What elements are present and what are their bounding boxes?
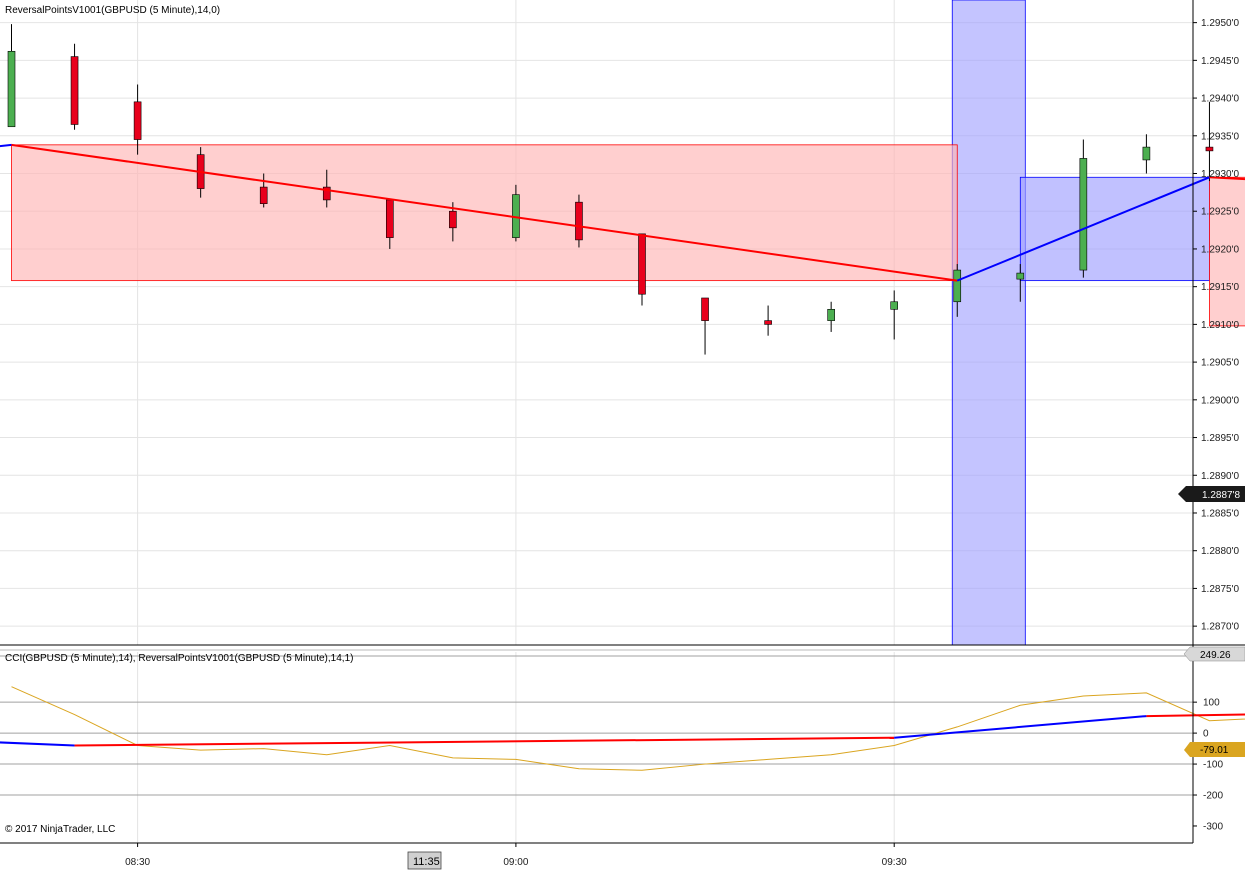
candle-up[interactable] — [890, 301, 899, 310]
candle-down[interactable] — [638, 233, 646, 295]
cci-panel-plot — [0, 655, 1245, 796]
y-tick-label: 1.2905'0 — [1201, 358, 1239, 369]
cursor-time-tag-text: 11:35 — [413, 856, 440, 868]
candle-down[interactable] — [70, 56, 79, 125]
y-tick-label: 1.2940'0 — [1201, 94, 1239, 105]
cursor-time-tag: 11:35 — [407, 851, 442, 870]
axes: 1.2950'0 1.2945'0 1.2940'0 1.2935'0 1.2930'0… — [0, 0, 1245, 868]
candle-down[interactable] — [701, 297, 709, 321]
shaded-zone-blue — [951, 0, 1026, 646]
price-panel-title: ReversalPointsV1001(GBPUSD (5 Minute),14… — [5, 5, 220, 16]
cci-value-tag: -79.01 — [1184, 742, 1245, 757]
last-price-tag-text: 1.2887'8 — [1202, 490, 1240, 501]
cci-y-tick-label: -200 — [1203, 791, 1223, 802]
reversal-line-blue — [0, 143, 12, 148]
y-tick-label: 1.2925'0 — [1201, 207, 1239, 218]
candle-down[interactable] — [385, 199, 394, 238]
chart-window: 1.2950'0 1.2945'0 1.2940'0 1.2935'0 1.2930'0… — [0, 0, 1245, 875]
last-price-tag: 1.2887'8 — [1178, 486, 1245, 502]
y-tick-label: 1.2930'0 — [1201, 169, 1239, 180]
cci-y-tick-label: -100 — [1203, 760, 1223, 771]
cci-y-tick-label: -300 — [1203, 821, 1223, 832]
candle-up[interactable] — [7, 50, 16, 128]
y-tick-label: 1.2900'0 — [1201, 395, 1239, 406]
shaded-boxes — [11, 144, 1245, 327]
y-tick-label: 1.2880'0 — [1201, 546, 1239, 557]
cci-reversal-line-red — [74, 736, 895, 747]
candle-up[interactable] — [1016, 272, 1025, 280]
chart-canvas[interactable]: 1.2950'0 1.2945'0 1.2940'0 1.2935'0 1.2930'0… — [0, 0, 1245, 875]
candlesticks[interactable] — [7, 24, 1245, 611]
candle-down[interactable] — [449, 210, 457, 229]
candle-up[interactable] — [953, 269, 962, 303]
x-tick-label: 08:30 — [125, 857, 150, 868]
cci-value-tag-text: -79.01 — [1200, 745, 1229, 756]
x-tick-label: 09:00 — [503, 857, 528, 868]
y-tick-label: 1.2895'0 — [1201, 433, 1239, 444]
cci-reversal-line-blue — [0, 741, 75, 747]
cci-y-tick-label: 100 — [1203, 698, 1220, 709]
candle-down[interactable] — [575, 201, 583, 241]
y-tick-label: 1.2945'0 — [1201, 56, 1239, 67]
cci-reversal-line-red — [1146, 713, 1245, 718]
y-tick-label: 1.2935'0 — [1201, 131, 1239, 142]
y-tick-label: 1.2890'0 — [1201, 471, 1239, 482]
candle-down[interactable] — [259, 186, 268, 204]
copyright-text: © 2017 NinjaTrader, LLC — [5, 824, 115, 835]
y-tick-label: 1.2920'0 — [1201, 244, 1239, 255]
candle-up[interactable] — [1142, 146, 1151, 161]
shaded-box-blue — [1019, 176, 1210, 282]
cci-max-tag-text: 249.26 — [1200, 650, 1231, 661]
cci-y-tick-label: 0 — [1203, 729, 1209, 740]
grid — [0, 0, 1193, 843]
y-tick-label: 1.2915'0 — [1201, 282, 1239, 293]
cci-reversal-line-blue — [894, 715, 1147, 739]
candle-down[interactable] — [133, 101, 142, 140]
candle-up[interactable] — [1079, 158, 1088, 271]
candle-up[interactable] — [827, 308, 835, 321]
cci-line — [11, 686, 1245, 771]
cci-panel-title: CCI(GBPUSD (5 Minute),14), ReversalPoint… — [5, 653, 353, 664]
y-tick-label: 1.2950'0 — [1201, 18, 1239, 29]
cci-max-tag: 249.26 — [1183, 646, 1245, 662]
y-tick-label: 1.2870'0 — [1201, 622, 1239, 633]
y-tick-label: 1.2885'0 — [1201, 508, 1239, 519]
y-tick-label: 1.2910'0 — [1201, 320, 1239, 331]
x-tick-label: 09:30 — [882, 857, 907, 868]
candle-down[interactable] — [1205, 146, 1214, 152]
y-tick-label: 1.2875'0 — [1201, 584, 1239, 595]
candle-down[interactable] — [764, 320, 772, 325]
